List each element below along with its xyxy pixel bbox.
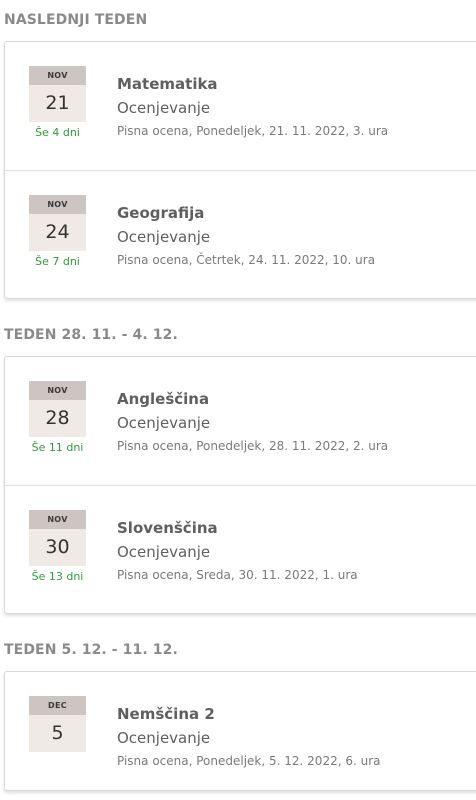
days-remaining: Še 4 dni [35, 126, 80, 139]
event-item[interactable]: NOV 30 Še 13 dni Slovenščina Ocenjevanje… [5, 485, 476, 613]
event-item[interactable]: NOV 28 Še 11 dni Angleščina Ocenjevanje … [5, 357, 476, 485]
event-info: Angleščina Ocenjevanje Pisna ocena, Pone… [117, 389, 388, 454]
date-box: NOV 21 Še 4 dni [29, 66, 86, 139]
evaluations-page: NASLEDNJI TEDEN NOV 21 Še 4 dni Matemati… [0, 0, 476, 791]
date-day: 5 [29, 715, 86, 752]
date-box: NOV 24 Še 7 dni [29, 195, 86, 268]
event-type: Ocenjevanje [117, 414, 211, 432]
date-day: 24 [29, 214, 86, 251]
event-subject: Slovenščina [117, 519, 218, 537]
event-info: Nemščina 2 Ocenjevanje Pisna ocena, Pone… [117, 704, 381, 769]
event-subject: Nemščina 2 [117, 705, 215, 723]
days-remaining: Še 7 dni [35, 255, 80, 268]
days-remaining: Še 11 dni [31, 441, 84, 454]
section-title-week: TEDEN 28. 11. - 4. 12. [4, 327, 178, 343]
date-month: NOV [29, 66, 86, 85]
event-details: Pisna ocena, Ponedeljek, 5. 12. 2022, 6.… [117, 754, 381, 768]
event-details: Pisna ocena, Ponedeljek, 28. 11. 2022, 2… [117, 439, 389, 453]
date-month: NOV [29, 381, 86, 400]
event-subject: Matematika [117, 75, 218, 93]
event-subject: Angleščina [117, 390, 210, 408]
section-title-week: TEDEN 5. 12. - 11. 12. [4, 642, 178, 658]
events-card: NOV 28 Še 11 dni Angleščina Ocenjevanje … [4, 356, 476, 614]
event-type: Ocenjevanje [117, 543, 211, 561]
date-month: DEC [29, 696, 86, 715]
event-type: Ocenjevanje [117, 99, 211, 117]
date-month: NOV [29, 510, 86, 529]
date-day: 28 [29, 400, 86, 437]
event-details: Pisna ocena, Sreda, 30. 11. 2022, 1. ura [117, 568, 358, 582]
date-month: NOV [29, 195, 86, 214]
events-card: DEC 5 Nemščina 2 Ocenjevanje Pisna ocena… [4, 671, 476, 791]
date-box: NOV 28 Še 11 dni [29, 381, 86, 454]
event-info: Slovenščina Ocenjevanje Pisna ocena, Sre… [117, 518, 358, 583]
date-day: 21 [29, 85, 86, 122]
date-box: NOV 30 Še 13 dni [29, 510, 86, 583]
date-box: DEC 5 [29, 696, 86, 752]
event-item[interactable]: NOV 21 Še 4 dni Matematika Ocenjevanje P… [5, 42, 476, 170]
event-type: Ocenjevanje [117, 228, 211, 246]
days-remaining: Še 13 dni [31, 570, 84, 583]
events-card: NOV 21 Še 4 dni Matematika Ocenjevanje P… [4, 41, 476, 299]
section-title-next-week: NASLEDNJI TEDEN [4, 12, 148, 28]
event-info: Geografija Ocenjevanje Pisna ocena, Četr… [117, 203, 375, 268]
event-details: Pisna ocena, Ponedeljek, 21. 11. 2022, 3… [117, 124, 389, 138]
event-details: Pisna ocena, Četrtek, 24. 11. 2022, 10. … [117, 253, 376, 267]
event-item[interactable]: NOV 24 Še 7 dni Geografija Ocenjevanje P… [5, 170, 476, 298]
event-info: Matematika Ocenjevanje Pisna ocena, Pone… [117, 74, 388, 139]
date-day: 30 [29, 529, 86, 566]
event-subject: Geografija [117, 204, 205, 222]
event-type: Ocenjevanje [117, 729, 211, 747]
